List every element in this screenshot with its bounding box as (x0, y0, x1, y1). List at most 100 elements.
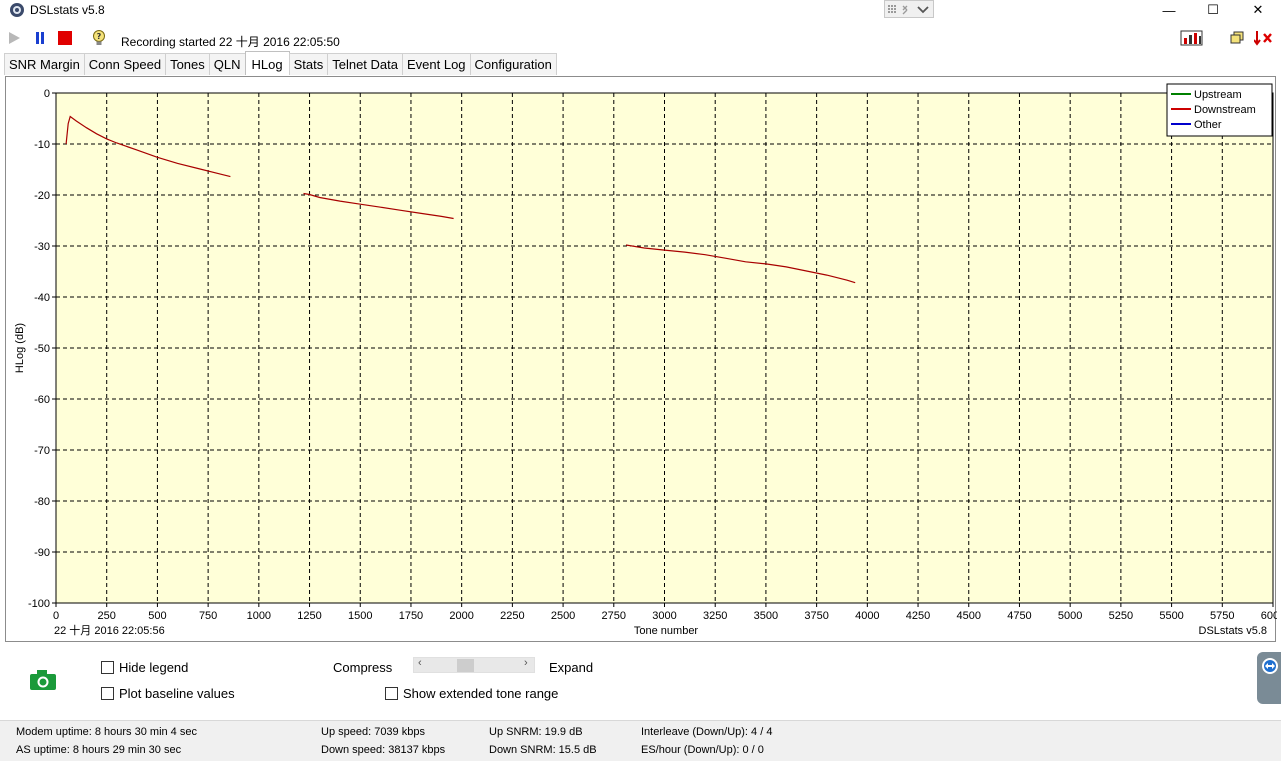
checkbox-box[interactable] (385, 687, 398, 700)
legend-item: Upstream (1194, 89, 1242, 101)
x-tick-label: 4000 (855, 610, 879, 622)
play-icon (9, 32, 20, 44)
tab-hlog[interactable]: HLog (244, 51, 290, 75)
up-speed: Up speed: 7039 kbps (321, 726, 425, 738)
camera-icon[interactable] (29, 669, 57, 691)
teamviewer-icon (1262, 658, 1278, 674)
down-speed: Down speed: 38137 kbps (321, 744, 446, 756)
legend-item: Downstream (1194, 104, 1256, 116)
close-button[interactable]: ✕ (1235, 0, 1281, 20)
hide-legend-checkbox[interactable]: Hide legend (101, 660, 188, 675)
tab-configuration[interactable]: Configuration (469, 53, 557, 75)
title-bar: DSLstats v5.8 — ☐ ✕ (0, 0, 1281, 20)
stop-icon (58, 31, 72, 45)
x-tick-label: 2750 (602, 610, 626, 622)
y-axis-label: HLog (dB) (14, 323, 26, 373)
x-tick-label: 5500 (1159, 610, 1183, 622)
checkbox-box[interactable] (101, 687, 114, 700)
x-tick-label: 2500 (551, 610, 575, 622)
restore-icon (1230, 31, 1244, 44)
x-tick-label: 500 (148, 610, 166, 622)
y-tick-label: -60 (34, 394, 50, 406)
status-bar: Modem uptime: 8 hours 30 min 4 sec AS up… (0, 720, 1281, 761)
x-tick-label: 1250 (297, 610, 321, 622)
maximize-button[interactable]: ☐ (1190, 0, 1236, 20)
interleave: Interleave (Down/Up): 4 / 4 (641, 726, 773, 738)
checkbox-box[interactable] (101, 661, 114, 674)
help-button[interactable]: ? (90, 29, 108, 47)
x-tick-label: 4250 (906, 610, 930, 622)
exit-arrow-icon (1254, 31, 1272, 46)
hide-legend-label: Hide legend (119, 660, 189, 675)
y-tick-label: -80 (34, 496, 50, 508)
y-tick-label: -10 (34, 139, 50, 151)
chart-timestamp: 22 十月 2016 22:05:56 (54, 623, 165, 637)
x-tick-label: 3500 (754, 610, 778, 622)
tab-qln[interactable]: QLN (208, 53, 246, 75)
slider-thumb[interactable] (457, 659, 474, 672)
x-tick-label: 5250 (1109, 610, 1133, 622)
y-tick-label: 0 (44, 88, 50, 100)
show-extended-label: Show extended tone range (403, 686, 559, 701)
tab-stats[interactable]: Stats (288, 53, 329, 75)
as-uptime: AS uptime: 8 hours 29 min 30 sec (16, 744, 182, 756)
x-tick-label: 6000 (1261, 610, 1277, 622)
x-tick-label: 250 (98, 610, 116, 622)
zoom-slider[interactable]: ‹ › (413, 657, 535, 673)
tab-event-log[interactable]: Event Log (401, 53, 471, 75)
x-tick-label: 3750 (804, 610, 828, 622)
y-tick-label: -70 (34, 445, 50, 457)
down-snrm: Down SNRM: 15.5 dB (489, 744, 597, 756)
x-tick-label: 5000 (1058, 610, 1082, 622)
x-tick-label: 1750 (399, 610, 423, 622)
toolbar: ? Recording started 22 十月 2016 22:05:50 (0, 24, 1281, 52)
bar-chart-icon (1180, 30, 1203, 46)
chart-canvas: 0-10-20-30-40-50-60-70-80-90-1000 250 500 7… (14, 83, 1277, 637)
minimize-button[interactable]: — (1146, 0, 1192, 20)
show-extended-checkbox[interactable]: Show extended tone range (385, 686, 558, 701)
y-tick-label: -20 (34, 190, 50, 202)
slider-left-arrow-icon[interactable]: ‹ (418, 657, 422, 669)
x-axis-label: Tone number (634, 625, 699, 637)
recording-status: Recording started 22 十月 2016 22:05:50 (121, 35, 340, 49)
pause-button[interactable] (31, 29, 49, 47)
chart-controls: Hide legend Plot baseline values Compres… (0, 645, 1281, 717)
expand-label: Expand (549, 660, 594, 675)
chart-watermark: DSLstats v5.8 (1199, 625, 1267, 637)
tab-bar: SNR Margin Conn Speed Tones QLN HLog Stats Tel… (4, 51, 557, 76)
tab-tones[interactable]: Tones (165, 53, 210, 75)
y-tick-label: -30 (34, 241, 50, 253)
side-panel-handle[interactable] (1257, 652, 1281, 704)
play-button[interactable] (5, 29, 23, 47)
app-logo-icon (10, 3, 24, 17)
x-tick-label: 0 (53, 610, 59, 622)
x-tick-label: 3250 (703, 610, 727, 622)
modem-uptime: Modem uptime: 8 hours 30 min 4 sec (16, 726, 197, 738)
es-per-hour: ES/hour (Down/Up): 0 / 0 (641, 744, 764, 756)
x-tick-label: 3000 (652, 610, 676, 622)
x-tick-label: 1000 (247, 610, 271, 622)
slider-right-arrow-icon[interactable]: › (524, 657, 528, 669)
legend-item: Other (1194, 119, 1222, 131)
tab-snr-margin[interactable]: SNR Margin (4, 53, 85, 75)
y-tick-label: -50 (34, 343, 50, 355)
lightbulb-icon: ? (93, 30, 105, 45)
exit-button[interactable] (1254, 29, 1274, 47)
window-title: DSLstats v5.8 (30, 3, 105, 17)
plot-baseline-checkbox[interactable]: Plot baseline values (101, 686, 235, 701)
up-snrm: Up SNRM: 19.9 dB (489, 726, 583, 738)
layout-toggle[interactable] (884, 0, 934, 18)
x-tick-label: 2250 (500, 610, 524, 622)
tab-conn-speed[interactable]: Conn Speed (83, 53, 167, 75)
stop-button[interactable] (56, 29, 74, 47)
x-tick-label: 4500 (957, 610, 981, 622)
x-tick-label: 1500 (348, 610, 372, 622)
chart-view-button[interactable] (1180, 29, 1204, 47)
x-tick-label: 5750 (1210, 610, 1234, 622)
x-tick-label: 4750 (1007, 610, 1031, 622)
x-tick-label: 750 (199, 610, 217, 622)
restore-window-button[interactable] (1228, 29, 1246, 47)
svg-text:?: ? (97, 32, 102, 41)
y-tick-label: -90 (34, 547, 50, 559)
tab-telnet-data[interactable]: Telnet Data (327, 53, 403, 75)
